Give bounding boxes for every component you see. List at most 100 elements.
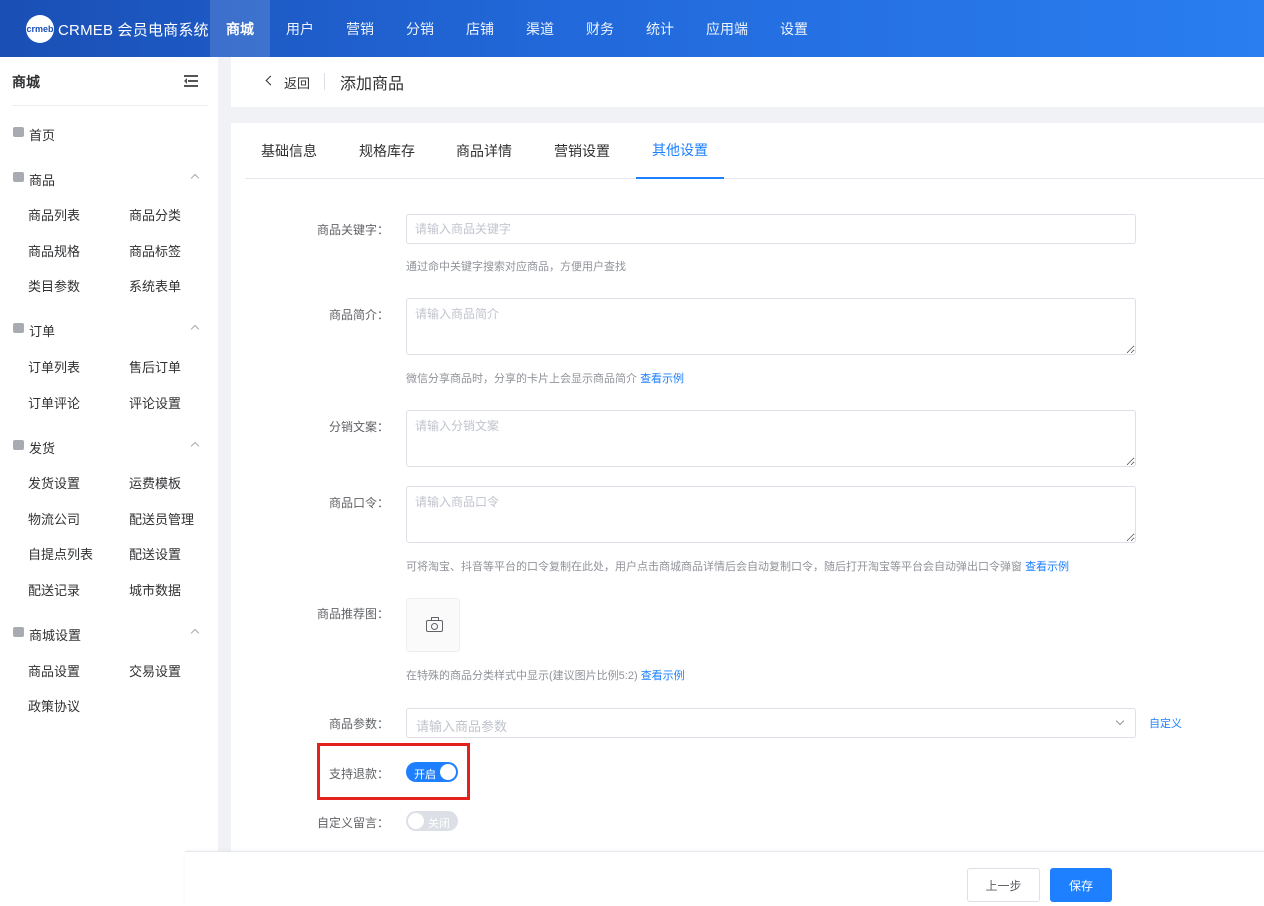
params-label: 商品参数：: [328, 717, 389, 731]
sidebar-item-review-settings[interactable]: 评论设置: [129, 393, 181, 412]
page-header: 返回 添加商品: [231, 57, 1264, 107]
sidebar-item-logistics[interactable]: 物流公司: [28, 509, 80, 528]
intro-label: 商品简介：: [328, 308, 389, 322]
sidebar-item-delivery-settings[interactable]: 配送设置: [129, 544, 181, 563]
topnav-item-mall[interactable]: 商城: [210, 0, 270, 57]
sidebar-group-label: 发货: [29, 441, 56, 456]
tab-other-settings[interactable]: 其他设置: [636, 123, 724, 179]
topnav-item-settings[interactable]: 设置: [764, 0, 824, 57]
params-select-placeholder: 请输入商品参数: [416, 719, 508, 734]
basket-icon: [13, 172, 24, 182]
sidebar-item-product-category[interactable]: 商品分类: [129, 205, 181, 224]
chevron-up-icon: [190, 324, 200, 334]
shop-icon: [13, 627, 24, 637]
sidebar-item-trade-settings[interactable]: 交易设置: [129, 661, 181, 680]
intro-example-link[interactable]: 查看示例: [640, 373, 684, 385]
sidebar-item-city-data[interactable]: 城市数据: [129, 580, 181, 599]
sidebar-group-label: 订单: [29, 324, 56, 339]
brand-name: CRMEB 会员电商系统: [58, 21, 209, 39]
topnav-item-store[interactable]: 店铺: [450, 0, 510, 57]
sidebar-item-courier-management[interactable]: 配送员管理: [129, 509, 194, 528]
sidebar-item-label: 首页: [29, 128, 56, 143]
keyword-label: 商品关键字：: [316, 223, 389, 237]
footer-action-bar: 上一步 保存: [185, 851, 1264, 906]
sidebar-title: 商城: [12, 74, 40, 90]
sidebar-item-product-tag[interactable]: 商品标签: [129, 241, 181, 260]
topnav-item-user[interactable]: 用户: [270, 0, 330, 57]
tab-marketing-settings[interactable]: 营销设置: [538, 123, 626, 179]
sidebar-item-category-params[interactable]: 类目参数: [28, 276, 80, 295]
sidebar-group-product[interactable]: 商品: [0, 160, 218, 196]
tab-bar: 基础信息 规格库存 商品详情 营销设置 其他设置: [245, 123, 1264, 179]
save-button[interactable]: 保存: [1050, 868, 1112, 902]
recommend-example-link[interactable]: 查看示例: [641, 670, 685, 682]
sidebar-item-delivery-records[interactable]: 配送记录: [28, 580, 80, 599]
chevron-left-icon[interactable]: [265, 75, 276, 86]
sidebar-group-label: 商城设置: [29, 628, 82, 643]
custom-message-toggle[interactable]: 关闭: [406, 811, 458, 831]
sidebar-item-freight-template[interactable]: 运费模板: [129, 473, 181, 492]
home-icon: [13, 127, 24, 137]
sidebar-group-shipping[interactable]: 发货: [0, 428, 218, 464]
chevron-up-icon: [190, 441, 200, 451]
copy-textarea[interactable]: [406, 410, 1136, 467]
params-select[interactable]: 请输入商品参数: [406, 708, 1136, 738]
sidebar-item-pickup-points[interactable]: 自提点列表: [28, 544, 93, 563]
sidebar-group-label: 商品: [29, 173, 56, 188]
custom-message-label: 自定义留言：: [316, 816, 389, 830]
back-button[interactable]: 返回: [284, 73, 310, 92]
page-title: 添加商品: [340, 76, 405, 93]
tab-spec-stock[interactable]: 规格库存: [343, 123, 431, 179]
topnav-item-apps[interactable]: 应用端: [690, 0, 764, 57]
recommend-image-label: 商品推荐图：: [316, 607, 389, 621]
chevron-up-icon: [190, 628, 200, 638]
command-label: 商品口令：: [328, 496, 389, 510]
divider: [324, 73, 325, 90]
camera-icon: [426, 617, 443, 632]
sidebar-item-shipping-settings[interactable]: 发货设置: [28, 473, 80, 492]
recommend-image-hint: 在特殊的商品分类样式中显示(建议图片比例5:2) 查看示例: [406, 670, 685, 682]
topnav-item-distribution[interactable]: 分销: [390, 0, 450, 57]
keyword-input[interactable]: [406, 214, 1136, 244]
topnav-item-statistics[interactable]: 统计: [630, 0, 690, 57]
content-card: 基础信息 规格库存 商品详情 营销设置 其他设置 商品关键字： 通过命中关键字搜…: [231, 123, 1264, 906]
cart-icon: [13, 323, 24, 333]
brand-logo[interactable]: crmeb CRMEB 会员电商系统: [26, 14, 209, 44]
sidebar-item-product-spec[interactable]: 商品规格: [28, 241, 80, 260]
sidebar-item-aftersale-order[interactable]: 售后订单: [129, 357, 181, 376]
intro-textarea[interactable]: [406, 298, 1136, 355]
sidebar-item-order-review[interactable]: 订单评论: [28, 393, 80, 412]
delivery-icon: [13, 440, 24, 450]
sidebar-item-order-list[interactable]: 订单列表: [28, 357, 80, 376]
topnav-item-finance[interactable]: 财务: [570, 0, 630, 57]
highlight-box: [317, 743, 470, 800]
sidebar-group-order[interactable]: 订单: [0, 311, 218, 347]
sidebar-item-home[interactable]: 首页: [0, 115, 218, 151]
image-upload-button[interactable]: [406, 598, 460, 652]
sidebar-item-product-settings[interactable]: 商品设置: [28, 661, 80, 680]
top-nav: 商城 用户 营销 分销 店铺 渠道 财务 统计 应用端 设置: [210, 0, 824, 57]
tab-basic-info[interactable]: 基础信息: [245, 123, 333, 179]
copy-label: 分销文案：: [328, 420, 389, 434]
intro-hint: 微信分享商品时，分享的卡片上会显示商品简介 查看示例: [406, 373, 685, 385]
topnav-item-marketing[interactable]: 营销: [330, 0, 390, 57]
collapse-menu-icon[interactable]: [184, 75, 198, 87]
custom-message-toggle-text: 关闭: [428, 818, 450, 830]
topnav-item-channel[interactable]: 渠道: [510, 0, 570, 57]
sidebar-header: 商城: [12, 57, 208, 106]
custom-params-link[interactable]: 自定义: [1149, 715, 1182, 731]
sidebar-item-policy[interactable]: 政策协议: [28, 696, 80, 715]
top-navbar: crmeb CRMEB 会员电商系统 商城 用户 营销 分销 店铺 渠道 财务 …: [0, 0, 1264, 57]
command-textarea[interactable]: [406, 486, 1136, 543]
sidebar-item-system-form[interactable]: 系统表单: [129, 276, 181, 295]
chevron-down-icon: [1115, 716, 1125, 726]
chevron-up-icon: [190, 173, 200, 183]
tab-product-detail[interactable]: 商品详情: [440, 123, 528, 179]
sidebar-item-product-list[interactable]: 商品列表: [28, 205, 80, 224]
prev-step-button[interactable]: 上一步: [967, 868, 1040, 902]
command-example-link[interactable]: 查看示例: [1025, 561, 1069, 573]
command-hint: 可将淘宝、抖音等平台的口令复制在此处，用户点击商城商品详情后会自动复制口令，随后…: [406, 561, 1070, 573]
keyword-hint: 通过命中关键字搜索对应商品，方便用户查找: [406, 261, 626, 273]
logo-badge-icon: crmeb: [26, 15, 54, 43]
sidebar-group-mall-settings[interactable]: 商城设置: [0, 615, 218, 651]
